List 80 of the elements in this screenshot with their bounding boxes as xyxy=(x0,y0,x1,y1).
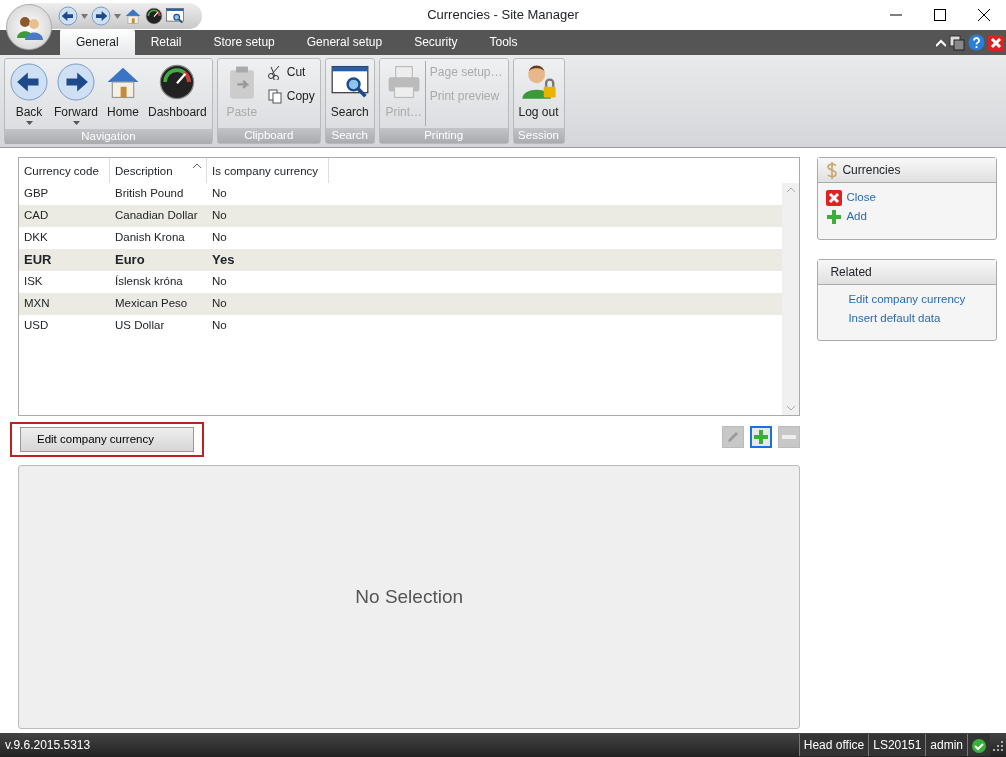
caret-icon[interactable] xyxy=(81,13,88,19)
table-cell-text: No xyxy=(211,186,228,202)
group-label: Search xyxy=(325,128,374,143)
close-icon xyxy=(826,189,843,206)
table-cell-text: MXN xyxy=(23,296,51,312)
table-cell-text: USD xyxy=(23,318,50,334)
group-label: Session xyxy=(513,128,564,143)
caret-icon[interactable] xyxy=(114,13,121,19)
ribbon-button[interactable]: Cut xyxy=(264,61,317,83)
ribbon-tab[interactable]: Retail xyxy=(134,29,198,55)
ribbon-button[interactable]: Forward xyxy=(52,61,100,127)
resize-grip-icon[interactable] xyxy=(993,740,1003,751)
table-cell-text: DKK xyxy=(23,230,49,246)
house-icon[interactable] xyxy=(124,7,142,25)
ribbon-button[interactable]: Copy xyxy=(264,85,317,107)
dollar-icon xyxy=(826,161,839,179)
table-cell-text: Mexican Peso xyxy=(114,296,189,312)
maximize-icon[interactable] xyxy=(934,9,946,21)
edit-company-currency-button[interactable]: Edit company currency xyxy=(10,422,204,458)
ribbon-tab[interactable]: General setup xyxy=(290,29,399,55)
column-header[interactable]: Currency code xyxy=(19,158,110,183)
table-cell-text: Yes xyxy=(211,251,236,270)
panel-title: Related xyxy=(829,263,872,281)
panel-title: Currencies xyxy=(842,162,901,179)
ribbon-tab[interactable]: Security xyxy=(398,29,474,55)
user-lock-icon xyxy=(519,63,558,101)
ribbon-button[interactable]: Back xyxy=(8,61,50,127)
copy-icon xyxy=(266,88,283,104)
status-text: Head office xyxy=(798,734,869,756)
group-label: Clipboard xyxy=(217,128,320,143)
table-cell-text: Euro xyxy=(114,251,146,270)
sort-caret-icon xyxy=(193,163,201,168)
add-button[interactable] xyxy=(750,426,773,448)
group-label: Printing xyxy=(379,128,508,143)
panel-link[interactable]: Edit company currency xyxy=(826,289,988,309)
table-cell-text: Canadian Dollar xyxy=(114,208,199,224)
ribbon-button[interactable]: Search xyxy=(328,61,371,126)
status-text: LS20151 xyxy=(868,734,926,756)
ribbon-button[interactable]: Log out xyxy=(516,61,561,126)
table-cell-text: GBP xyxy=(23,186,50,202)
caret-icon xyxy=(25,121,33,125)
window-title: Currencies - Site Manager xyxy=(427,6,579,24)
version-text: v.9.6.2015.5313 xyxy=(4,737,92,754)
table-cell-text: British Pound xyxy=(114,186,185,202)
status-text: admin xyxy=(925,734,967,756)
plus-icon xyxy=(826,208,843,225)
panel-link[interactable]: Insert default data xyxy=(826,308,988,328)
plus-icon xyxy=(753,429,770,445)
ribbon-tab[interactable]: General xyxy=(60,29,135,55)
caret-icon xyxy=(72,121,80,125)
windows-icon[interactable] xyxy=(949,34,965,51)
table-cell-text: No xyxy=(211,296,228,312)
table-cell-text: No xyxy=(211,230,228,246)
table-cell-text: CAD xyxy=(23,208,50,224)
panel-link[interactable]: Add xyxy=(826,207,988,227)
ribbon-tab[interactable]: Store setup xyxy=(197,29,291,55)
column-header[interactable]: Description xyxy=(110,158,207,183)
column-header[interactable]: Is company currency xyxy=(207,158,329,183)
close-icon[interactable] xyxy=(988,34,1004,51)
ribbon-tab[interactable]: Tools xyxy=(473,29,534,55)
gauge-icon xyxy=(158,63,197,101)
help-icon[interactable] xyxy=(968,34,985,51)
table-cell-text: No xyxy=(211,318,228,334)
table-cell-text: EUR xyxy=(23,251,53,270)
ribbon-button[interactable]: Dashboard xyxy=(146,61,209,127)
status-check-icon xyxy=(972,738,986,753)
empty-message: No Selection xyxy=(355,585,464,609)
search-icon[interactable] xyxy=(166,7,184,25)
table-cell-text: No xyxy=(211,274,228,290)
table-cell-text: ISK xyxy=(23,274,44,290)
table-cell-text: US Dollar xyxy=(114,318,166,334)
ribbon-button[interactable]: Home xyxy=(102,61,144,127)
gauge-icon[interactable] xyxy=(145,7,163,25)
table-cell-text: Íslensk króna xyxy=(114,274,184,290)
table-cell-text: Danish Krona xyxy=(114,230,186,246)
table-cell-text: No xyxy=(211,208,228,224)
collapse-caret-icon[interactable] xyxy=(936,38,946,47)
close-icon[interactable] xyxy=(978,9,990,21)
group-label: Navigation xyxy=(5,129,212,144)
panel-link[interactable]: Close xyxy=(826,188,988,208)
